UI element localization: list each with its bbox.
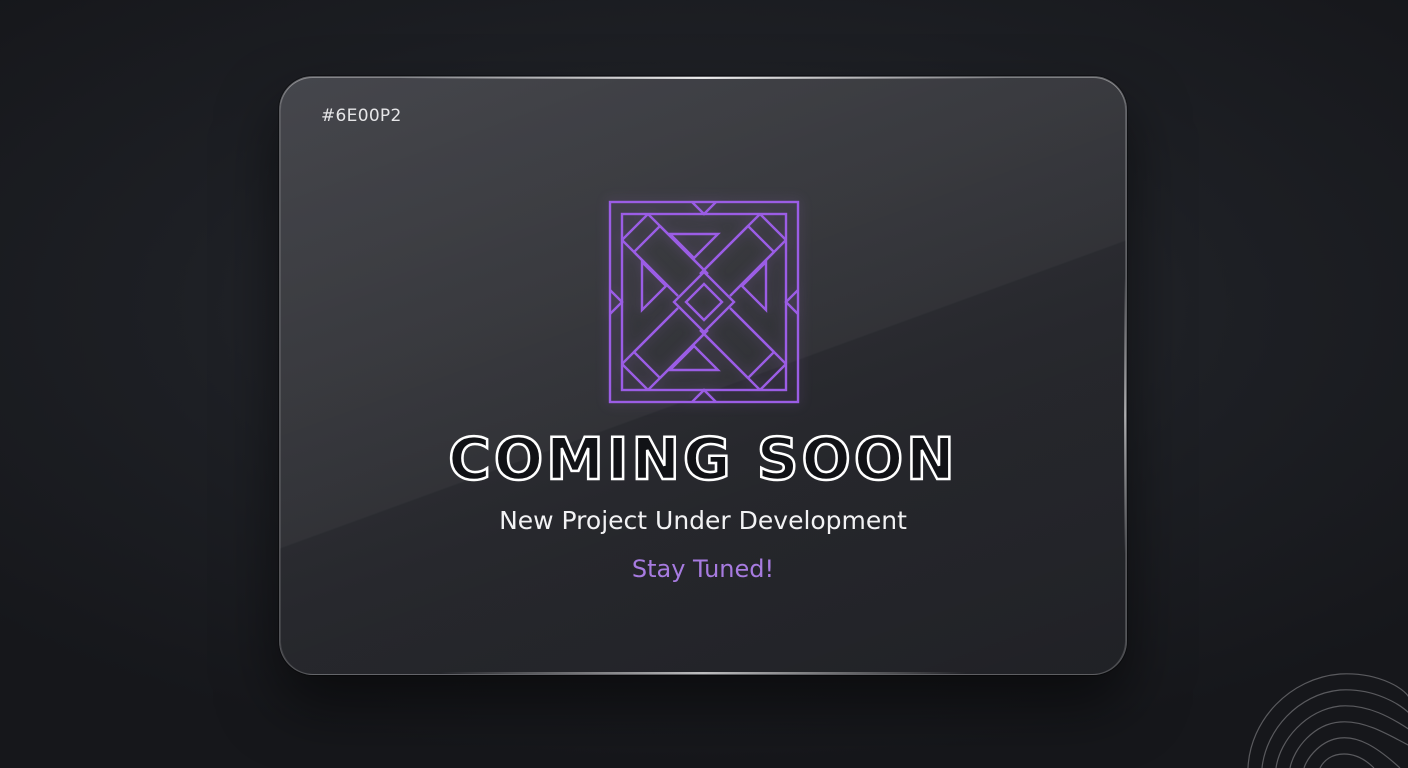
stay-tuned-tagline: Stay Tuned! <box>631 555 775 583</box>
swirl-lines-icon <box>1247 673 1408 768</box>
page-background: #6E00P2 COMING SOON New Project Under De… <box>0 0 1408 768</box>
card-top-highlight <box>400 77 1006 79</box>
coming-soon-card: #6E00P2 COMING SOON New Project Under De… <box>279 76 1127 675</box>
coming-soon-headline: COMING SOON <box>447 425 958 493</box>
project-subtitle: New Project Under Development <box>499 506 907 535</box>
card-bottom-highlight <box>440 672 966 674</box>
interlaced-square-knot-icon <box>608 200 800 404</box>
project-code-label: #6E00P2 <box>321 106 402 126</box>
